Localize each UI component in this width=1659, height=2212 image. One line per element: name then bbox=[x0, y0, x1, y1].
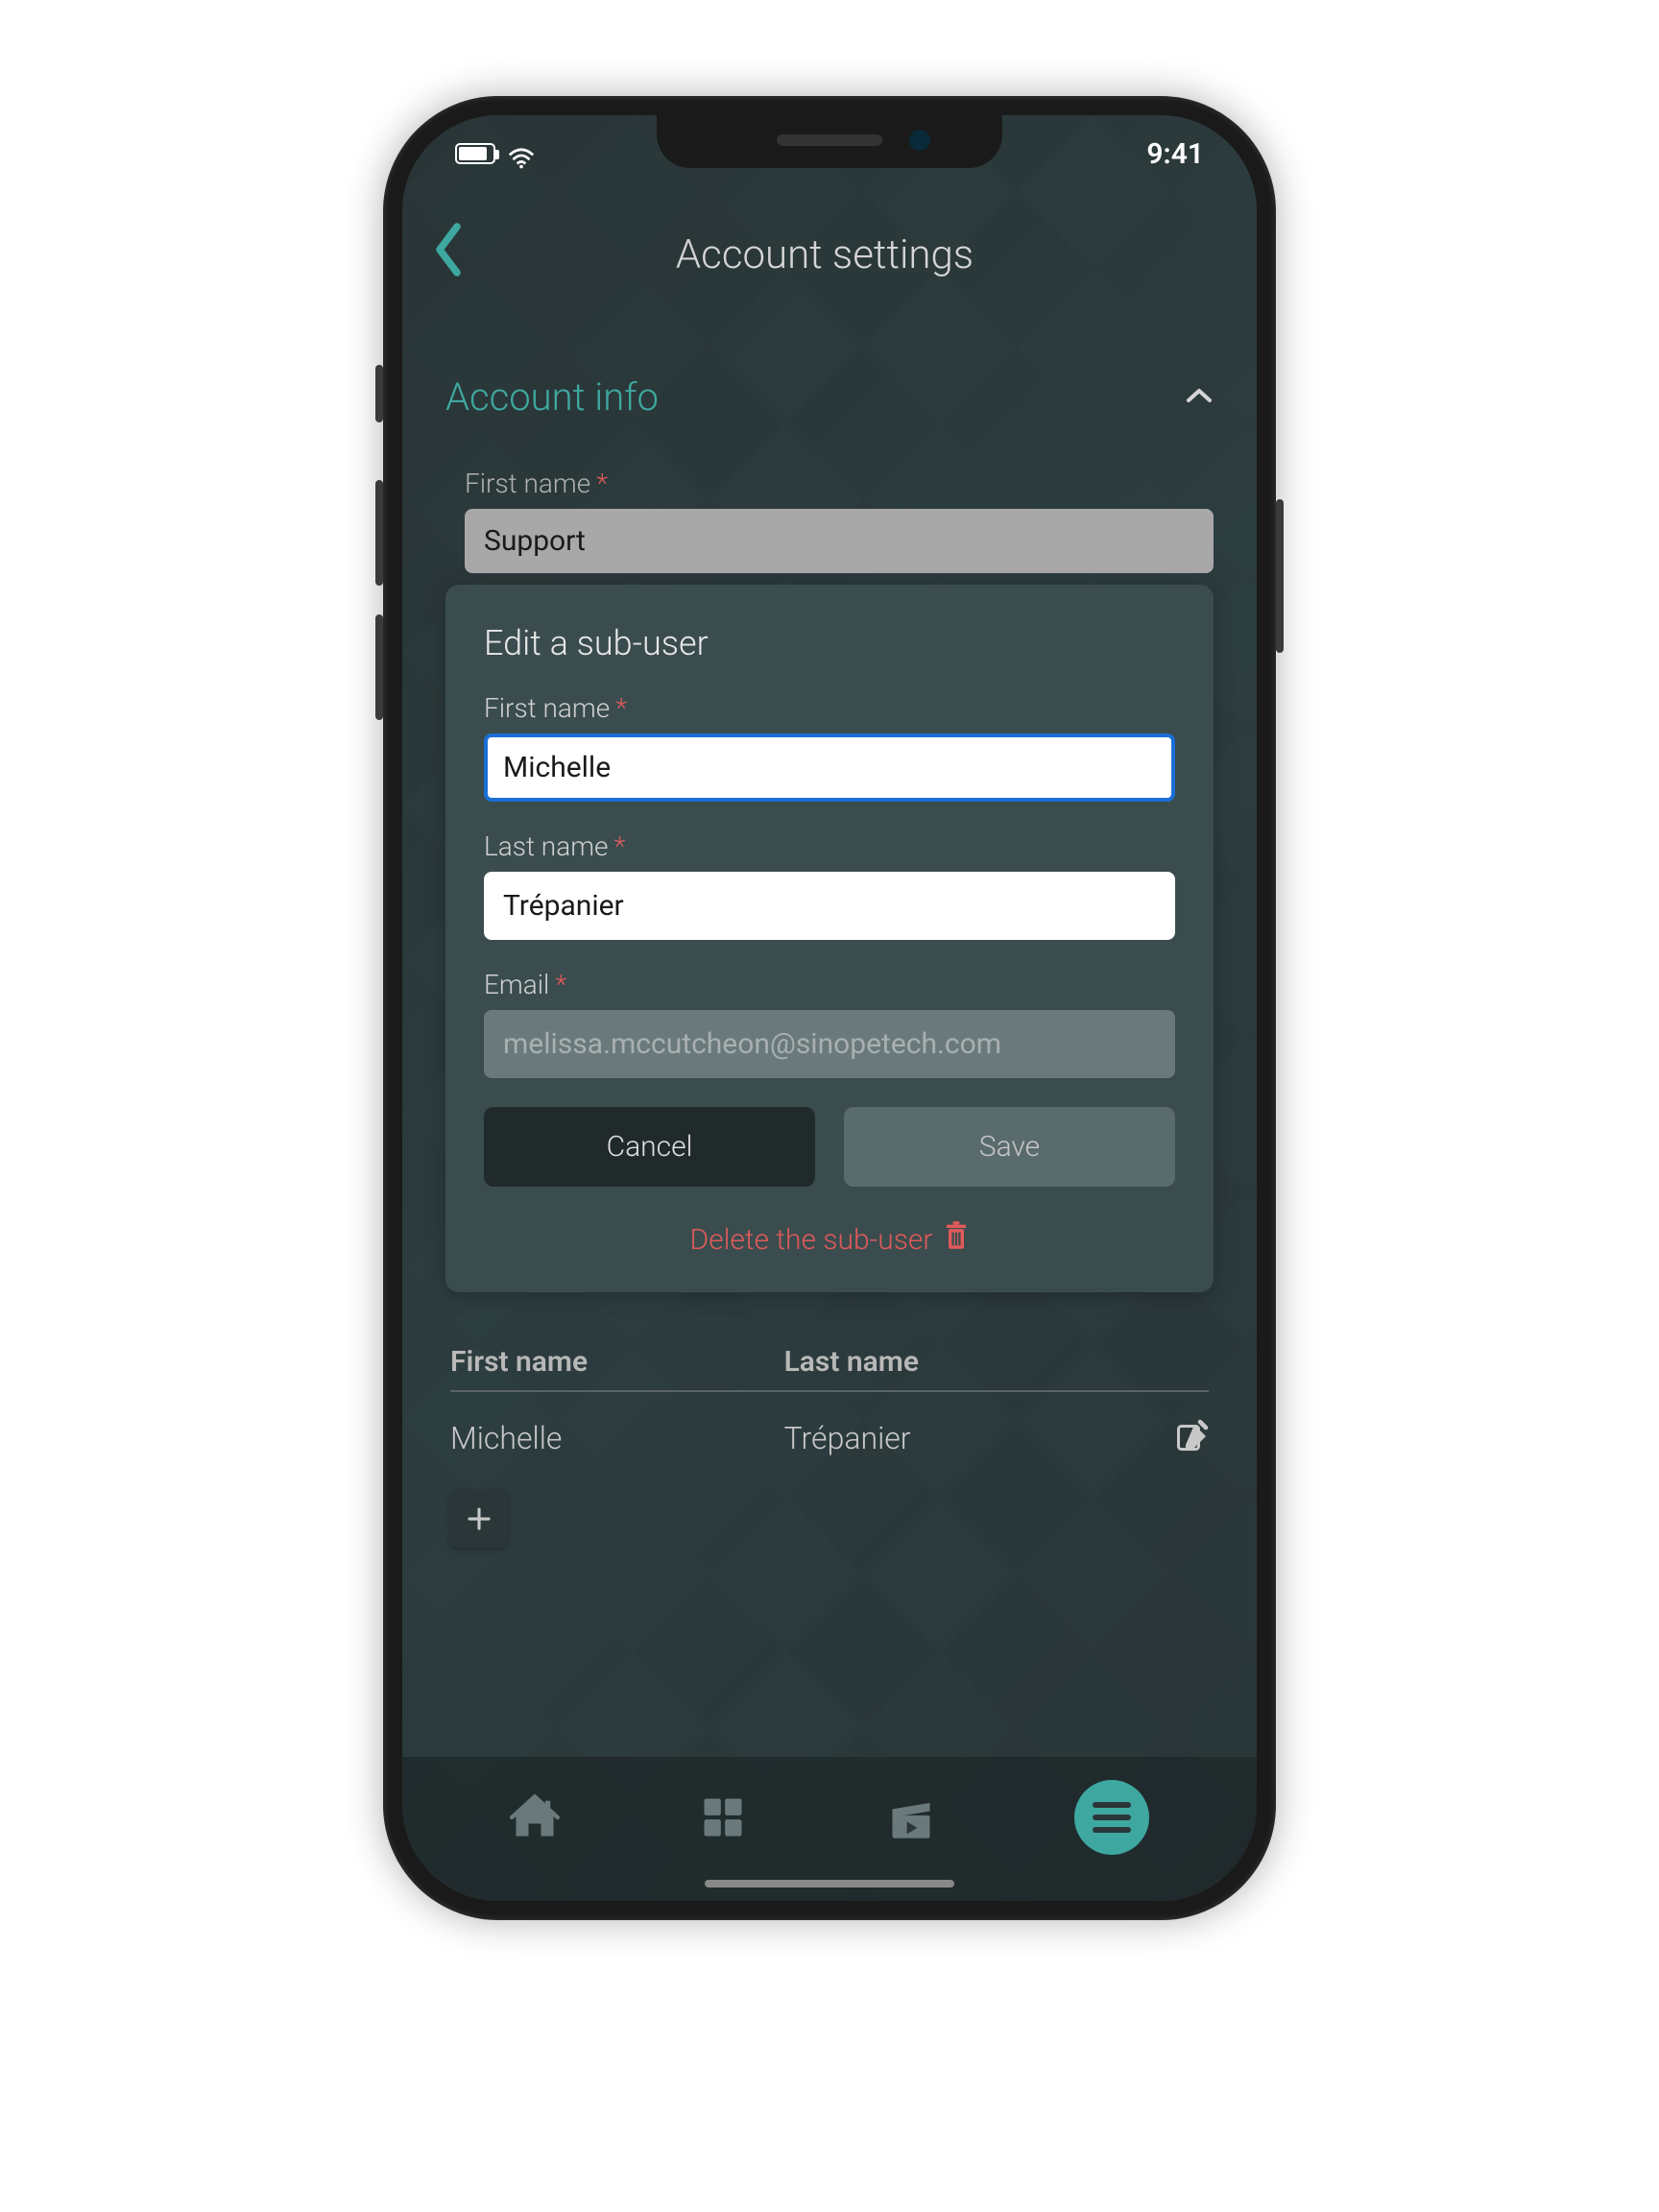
add-subuser-button[interactable] bbox=[450, 1490, 508, 1548]
required-asterisk: * bbox=[614, 830, 626, 862]
chevron-up-icon bbox=[1185, 387, 1214, 408]
modal-first-name-input[interactable]: Michelle bbox=[484, 733, 1175, 802]
modal-email-input: melissa.mccutcheon@sinopetech.com bbox=[484, 1010, 1175, 1078]
phone-side-button bbox=[375, 365, 383, 422]
cancel-button[interactable]: Cancel bbox=[484, 1107, 815, 1187]
page-title: Account settings bbox=[431, 231, 1218, 278]
field-label: Last name* bbox=[484, 830, 1175, 862]
modal-first-name-label: First name bbox=[484, 692, 610, 724]
section-title: Account info bbox=[445, 374, 659, 420]
table-header: First name Last name bbox=[450, 1345, 1209, 1392]
nav-header: Account settings bbox=[402, 192, 1257, 317]
status-bar-time: 9:41 bbox=[1146, 137, 1204, 171]
modal-last-name-label: Last name bbox=[484, 830, 609, 862]
battery-icon bbox=[455, 143, 495, 164]
phone-bezel: 9:41 Account settings Account info bbox=[402, 115, 1257, 1901]
delete-label: Delete the sub-user bbox=[689, 1223, 932, 1257]
content-area: Account info First name* Support Edit a … bbox=[402, 317, 1257, 1548]
phone-side-button bbox=[1276, 499, 1284, 653]
save-button[interactable]: Save bbox=[844, 1107, 1175, 1187]
tab-home[interactable] bbox=[510, 1792, 560, 1842]
delete-subuser-button[interactable]: Delete the sub-user bbox=[484, 1220, 1175, 1259]
app-screen: 9:41 Account settings Account info bbox=[402, 115, 1257, 1901]
wifi-icon bbox=[507, 143, 536, 164]
table-cell-last-name: Trépanier bbox=[784, 1420, 1174, 1456]
field-label: Email* bbox=[484, 969, 1175, 1000]
edit-subuser-modal: Edit a sub-user First name* Michelle Las… bbox=[445, 585, 1214, 1292]
table-row: Michelle Trépanier bbox=[450, 1392, 1209, 1484]
modal-title: Edit a sub-user bbox=[484, 623, 1175, 663]
modal-email-label: Email bbox=[484, 969, 549, 1000]
tab-menu[interactable] bbox=[1074, 1780, 1149, 1855]
status-bar-left bbox=[455, 143, 536, 164]
account-first-name-input[interactable]: Support bbox=[465, 509, 1214, 573]
phone-notch bbox=[657, 115, 1002, 168]
home-indicator[interactable] bbox=[705, 1880, 954, 1887]
required-asterisk: * bbox=[596, 468, 608, 499]
modal-email-group: Email* melissa.mccutcheon@sinopetech.com bbox=[484, 969, 1175, 1078]
modal-last-name-group: Last name* Trépanier bbox=[484, 830, 1175, 940]
modal-last-name-input[interactable]: Trépanier bbox=[484, 872, 1175, 940]
field-label: First name* bbox=[465, 468, 1214, 499]
table-header-last-name: Last name bbox=[784, 1345, 1209, 1379]
tab-grid[interactable] bbox=[698, 1792, 748, 1842]
table-cell-first-name: Michelle bbox=[450, 1420, 784, 1456]
field-label: First name* bbox=[484, 692, 1175, 724]
tab-scenes[interactable] bbox=[886, 1792, 936, 1842]
phone-frame: 9:41 Account settings Account info bbox=[383, 96, 1276, 1920]
modal-first-name-group: First name* Michelle bbox=[484, 692, 1175, 802]
phone-side-button bbox=[375, 480, 383, 586]
required-asterisk: * bbox=[555, 969, 566, 1000]
section-header[interactable]: Account info bbox=[445, 336, 1214, 448]
first-name-label: First name bbox=[465, 468, 590, 499]
account-first-name-group: First name* Support bbox=[465, 468, 1214, 573]
subuser-table: First name Last name Michelle Trépanier bbox=[445, 1345, 1214, 1548]
edit-row-button[interactable] bbox=[1174, 1419, 1209, 1457]
required-asterisk: * bbox=[615, 692, 627, 724]
hamburger-icon bbox=[1093, 1815, 1131, 1820]
trash-icon bbox=[943, 1220, 970, 1259]
table-header-first-name: First name bbox=[450, 1345, 784, 1379]
modal-button-row: Cancel Save bbox=[484, 1107, 1175, 1187]
phone-side-button bbox=[375, 614, 383, 720]
